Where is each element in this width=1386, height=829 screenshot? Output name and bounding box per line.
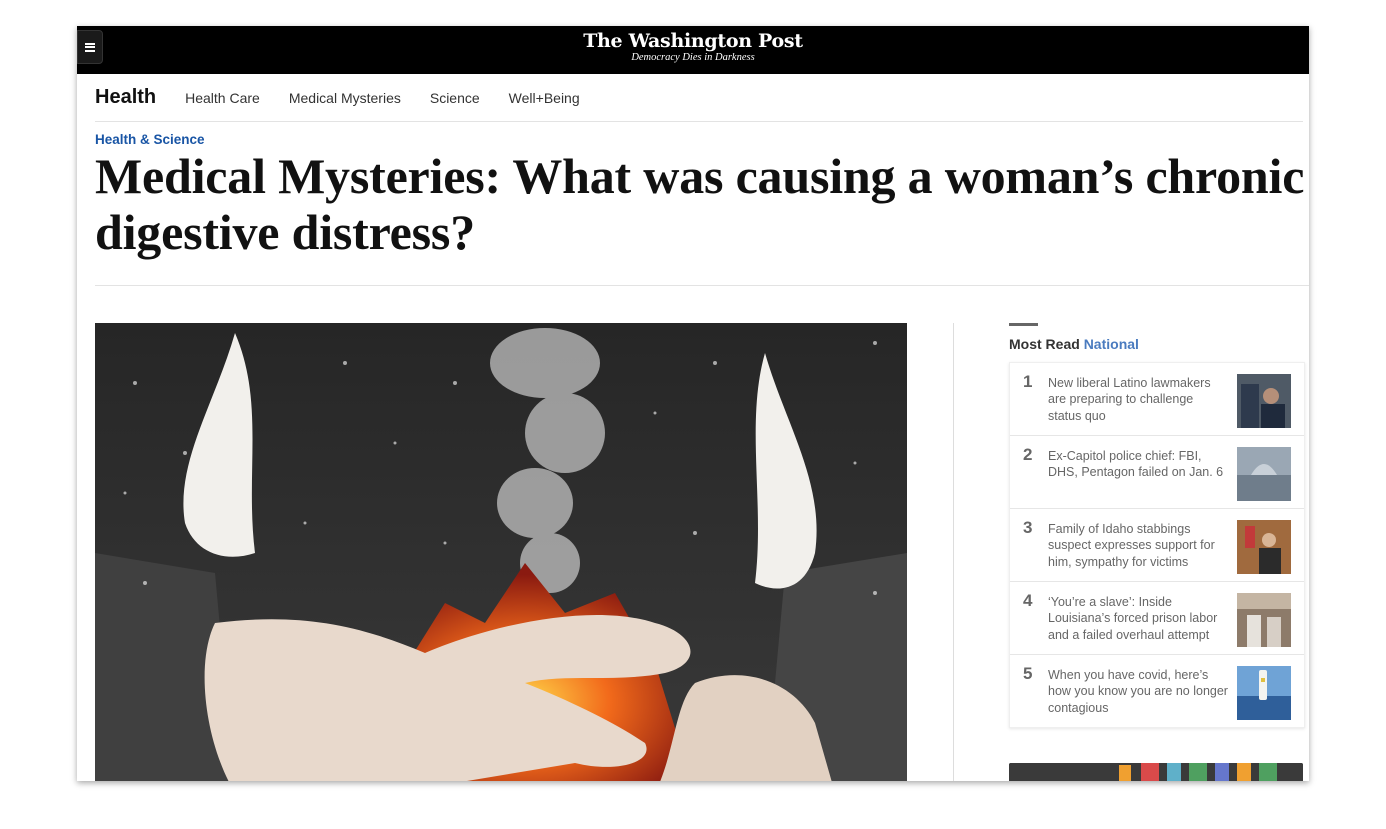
list-item[interactable]: 5 When you have covid, here’s how you kn… bbox=[1010, 655, 1304, 727]
rank-number: 1 bbox=[1023, 372, 1033, 391]
list-item[interactable]: 3 Family of Idaho stabbings suspect expr… bbox=[1010, 509, 1304, 582]
logo-name: The Washington Post bbox=[583, 30, 803, 52]
story-thumbnail[interactable] bbox=[1237, 593, 1291, 647]
story-link[interactable]: New liberal Latino lawmakers are prepari… bbox=[1048, 375, 1237, 424]
list-item[interactable]: 4 ‘You’re a slave’: Inside Louisiana’s f… bbox=[1010, 582, 1304, 655]
article-kicker[interactable]: Health & Science bbox=[95, 132, 205, 147]
rank-number: 2 bbox=[1023, 445, 1033, 464]
hero-illustration bbox=[95, 323, 907, 781]
list-item[interactable]: 2 Ex-Capitol police chief: FBI, DHS, Pen… bbox=[1010, 436, 1304, 509]
nav-link-well-being[interactable]: Well+Being bbox=[509, 90, 580, 106]
most-read-category[interactable]: National bbox=[1084, 336, 1139, 352]
story-thumbnail[interactable] bbox=[1237, 666, 1291, 720]
story-link[interactable]: When you have covid, here’s how you know… bbox=[1048, 667, 1237, 716]
most-read-title: Most Read National bbox=[1009, 336, 1305, 352]
story-link[interactable]: ‘You’re a slave’: Inside Louisiana’s for… bbox=[1048, 594, 1237, 643]
most-read-widget: Most Read National 1 New liberal Latino … bbox=[1009, 323, 1305, 728]
rank-number: 5 bbox=[1023, 664, 1033, 683]
story-link[interactable]: Ex-Capitol police chief: FBI, DHS, Penta… bbox=[1048, 448, 1237, 481]
section-nav: Health Health Care Medical Mysteries Sci… bbox=[95, 74, 1303, 122]
column-divider bbox=[953, 323, 954, 781]
nav-link-science[interactable]: Science bbox=[430, 90, 480, 106]
article-headline: Medical Mysteries: What was causing a wo… bbox=[95, 148, 1305, 260]
section-title[interactable]: Health bbox=[95, 86, 156, 109]
advertisement-banner[interactable] bbox=[1009, 763, 1303, 781]
logo-tagline: Democracy Dies in Darkness bbox=[631, 52, 755, 63]
list-item[interactable]: 1 New liberal Latino lawmakers are prepa… bbox=[1010, 363, 1304, 436]
rank-number: 3 bbox=[1023, 518, 1033, 537]
nav-link-health-care[interactable]: Health Care bbox=[185, 90, 260, 106]
site-logo[interactable]: The Washington Post Democracy Dies in Da… bbox=[77, 30, 1309, 64]
nav-link-medical-mysteries[interactable]: Medical Mysteries bbox=[289, 90, 401, 106]
masthead: The Washington Post Democracy Dies in Da… bbox=[77, 26, 1309, 74]
most-read-list: 1 New liberal Latino lawmakers are prepa… bbox=[1009, 362, 1305, 728]
browser-page: The Washington Post Democracy Dies in Da… bbox=[77, 26, 1309, 781]
story-thumbnail[interactable] bbox=[1237, 520, 1291, 574]
section-marker bbox=[1009, 323, 1038, 326]
story-thumbnail[interactable] bbox=[1237, 447, 1291, 501]
most-read-label: Most Read bbox=[1009, 336, 1080, 352]
story-thumbnail[interactable] bbox=[1237, 374, 1291, 428]
rank-number: 4 bbox=[1023, 591, 1033, 610]
divider bbox=[95, 285, 1309, 286]
story-link[interactable]: Family of Idaho stabbings suspect expres… bbox=[1048, 521, 1237, 570]
